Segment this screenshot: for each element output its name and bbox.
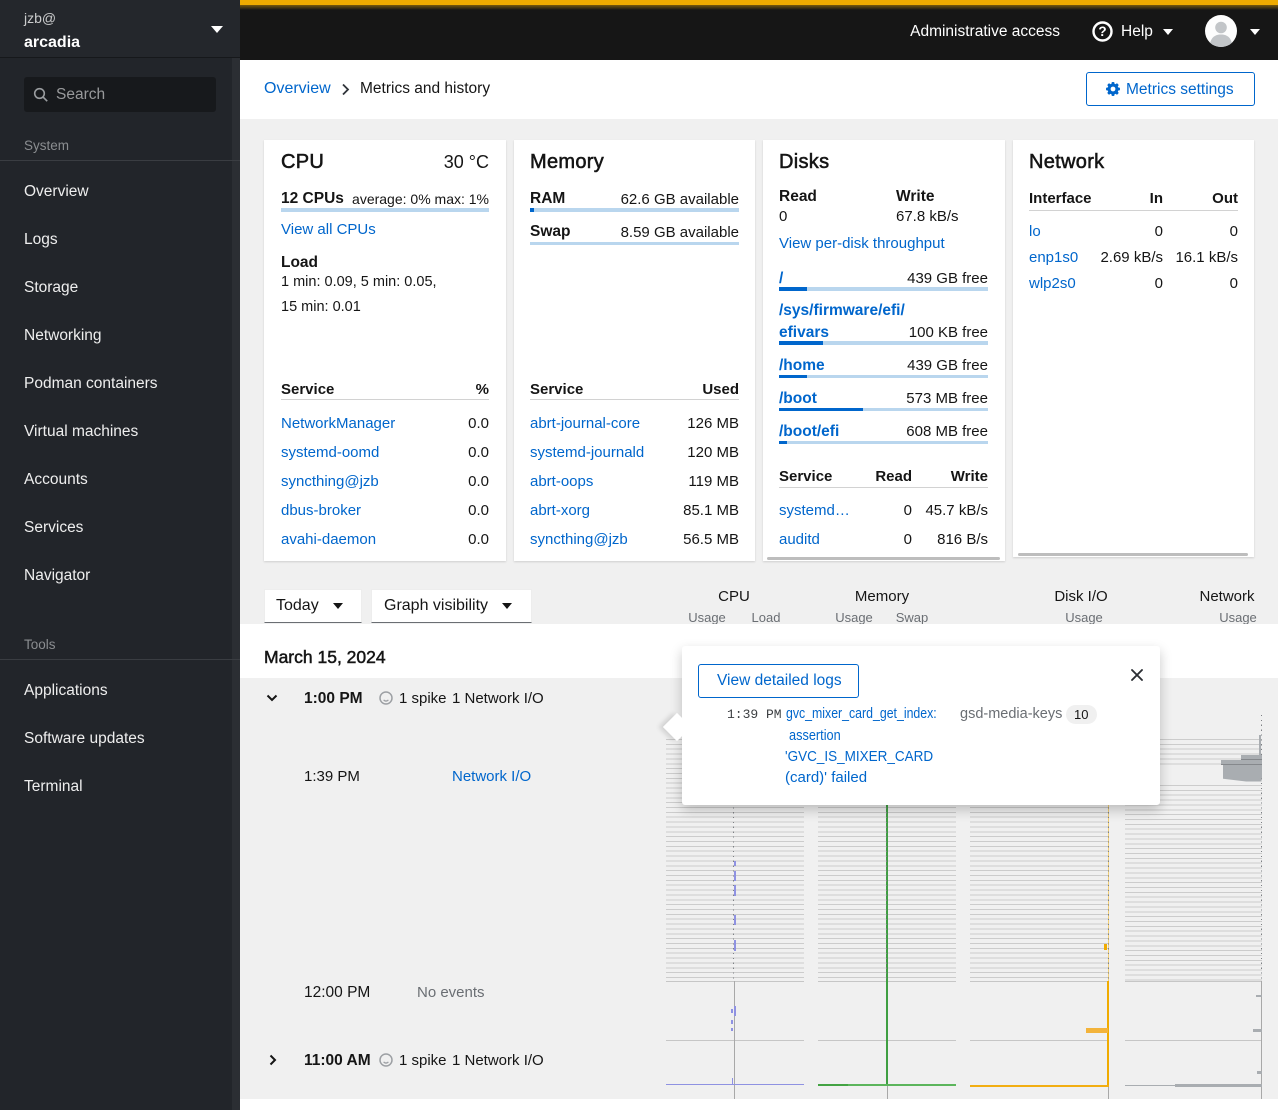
svg-text:?: ? [1098,24,1106,39]
